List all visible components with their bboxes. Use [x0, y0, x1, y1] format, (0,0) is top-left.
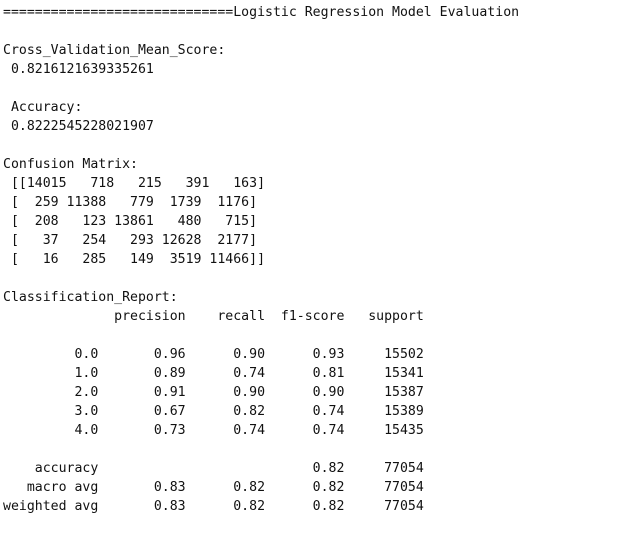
report-header-row: precision recall f1-score support: [3, 309, 424, 324]
confusion-matrix-row: [ 16 285 149 3519 11466]]: [3, 252, 266, 267]
cv-score-label: Cross_Validation_Mean_Score:: [3, 43, 226, 58]
report-row: 4.0 0.73 0.74 0.74 15435: [3, 423, 424, 438]
report-row: 1.0 0.89 0.74 0.81 15341: [3, 366, 424, 381]
report-row: 0.0 0.96 0.90 0.93 15502: [3, 347, 424, 362]
accuracy-value: 0.8222545228021907: [3, 119, 154, 134]
report-summary-row: macro avg 0.83 0.82 0.82 77054: [3, 480, 424, 495]
report-summary-row: accuracy 0.82 77054: [3, 461, 424, 476]
confusion-matrix-row: [[14015 718 215 391 163]: [3, 176, 266, 191]
report-row: 2.0 0.91 0.90 0.90 15387: [3, 385, 424, 400]
confusion-matrix-row: [ 208 123 13861 480 715]: [3, 214, 258, 229]
console-output: =============================Logistic Re…: [3, 3, 519, 516]
confusion-matrix-label: Confusion Matrix:: [3, 157, 138, 172]
report-row: 3.0 0.67 0.82 0.74 15389: [3, 404, 424, 419]
classification-report-label: Classification_Report:: [3, 290, 178, 305]
cv-score-value: 0.8216121639335261: [3, 62, 154, 77]
accuracy-label: Accuracy:: [3, 100, 83, 115]
confusion-matrix-row: [ 259 11388 779 1739 1176]: [3, 195, 258, 210]
header-line: =============================Logistic Re…: [3, 5, 520, 20]
confusion-matrix-row: [ 37 254 293 12628 2177]: [3, 233, 258, 248]
report-summary-row: weighted avg 0.83 0.82 0.82 77054: [3, 499, 424, 514]
